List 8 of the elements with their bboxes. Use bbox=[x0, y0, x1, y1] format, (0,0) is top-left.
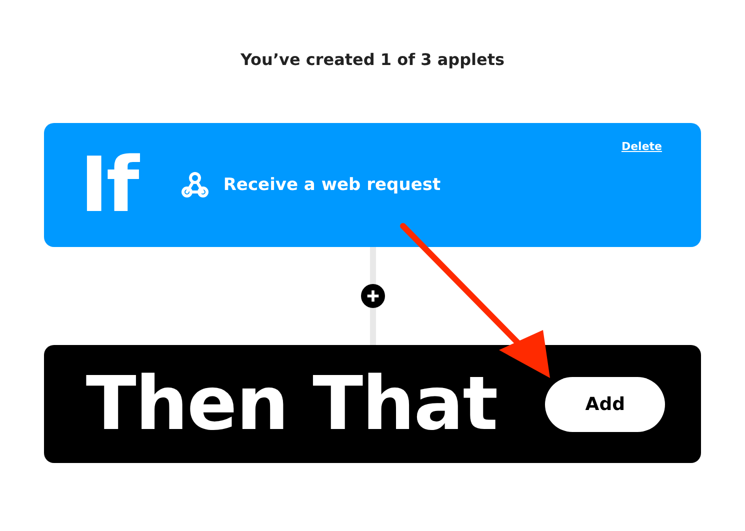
if-keyword: If bbox=[80, 147, 138, 223]
add-button[interactable]: Add bbox=[545, 376, 666, 432]
webhook-icon bbox=[181, 171, 210, 199]
delete-link[interactable]: Delete bbox=[621, 140, 662, 153]
then-that-keyword: Then That bbox=[86, 367, 498, 441]
trigger-card[interactable]: If Receive a web request Delete bbox=[44, 123, 701, 247]
trigger-label: Receive a web request bbox=[223, 175, 441, 195]
applet-count-heading: You’ve created 1 of 3 applets bbox=[240, 49, 505, 71]
